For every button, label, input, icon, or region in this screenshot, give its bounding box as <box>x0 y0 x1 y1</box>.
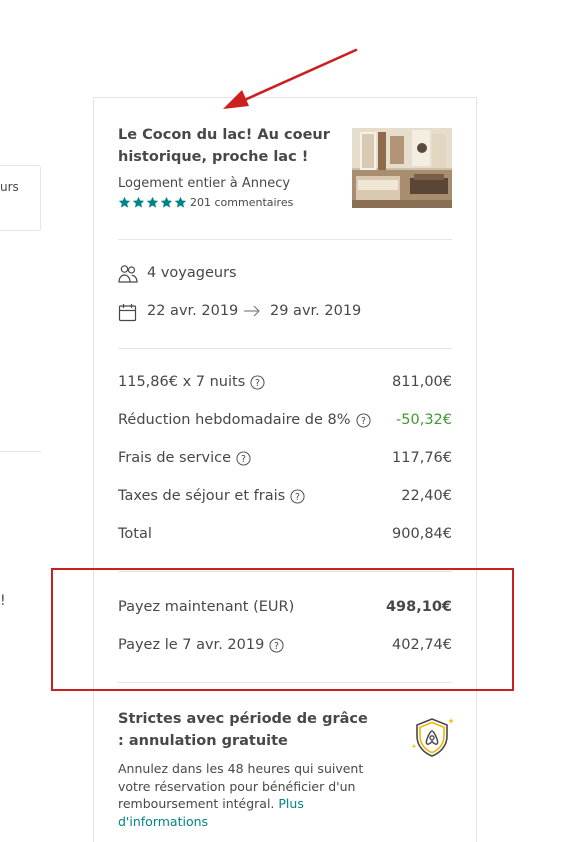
side-divider <box>0 451 41 452</box>
guest-count: 4 voyageurs <box>147 265 237 281</box>
side-text-fragment: ! <box>0 593 6 609</box>
calendar-icon <box>118 304 137 322</box>
listing-subtitle: Logement entier à Annecy <box>118 176 291 191</box>
price-row-total: Total 900,84€ <box>118 526 452 546</box>
svg-text:?: ? <box>241 454 246 465</box>
cancellation-policy-text: Annulez dans les 48 heures qui suivent v… <box>118 760 380 830</box>
price-label: Réduction hebdomadaire de 8% <box>118 412 351 428</box>
side-panel-text: urs <box>0 180 19 194</box>
star-icon <box>146 196 159 208</box>
star-icon <box>174 196 187 208</box>
price-value: 117,76€ <box>392 450 452 466</box>
price-label: Frais de service <box>118 450 231 466</box>
star-icon <box>132 196 145 208</box>
total-value: 900,84€ <box>392 526 452 542</box>
star-icon <box>160 196 173 208</box>
listing-photo[interactable] <box>352 128 452 208</box>
help-icon[interactable]: ? <box>356 412 371 428</box>
divider <box>118 239 452 240</box>
divider <box>118 348 452 349</box>
price-label: 115,86€ x 7 nuits <box>118 374 246 390</box>
price-value: 22,40€ <box>401 488 452 504</box>
star-icon <box>118 196 131 208</box>
shield-icon <box>411 718 454 757</box>
review-count[interactable]: 201 commentaires <box>190 196 293 209</box>
star-rating <box>118 196 187 209</box>
price-row-discount: Réduction hebdomadaire de 8% ? -50,32€ <box>118 412 452 432</box>
side-panel-box <box>0 165 41 231</box>
checkout-date: 29 avr. 2019 <box>270 303 362 319</box>
rating: 201 commentaires <box>118 196 293 209</box>
guests-icon <box>118 265 138 283</box>
arrow-right-icon <box>244 305 260 317</box>
price-row-taxes: Taxes de séjour et frais ? 22,40€ <box>118 488 452 508</box>
svg-text:?: ? <box>295 492 300 503</box>
price-row-nights: 115,86€ x 7 nuits ? 811,00€ <box>118 374 452 394</box>
price-row-service-fee: Frais de service ? 117,76€ <box>118 450 452 470</box>
help-icon[interactable]: ? <box>250 374 265 390</box>
svg-text:?: ? <box>361 416 366 427</box>
discount-value: -50,32€ <box>396 412 452 428</box>
highlight-box-annotation <box>51 568 514 691</box>
help-icon[interactable]: ? <box>236 450 251 466</box>
policy-description: Annulez dans les 48 heures qui suivent v… <box>118 761 364 811</box>
red-arrow-annotation <box>223 48 358 109</box>
listing-title[interactable]: Le Cocon du lac! Au coeur historique, pr… <box>118 124 338 168</box>
cancellation-policy-title: Strictes avec période de grâce : annulat… <box>118 711 368 749</box>
checkin-date: 22 avr. 2019 <box>147 303 239 319</box>
total-label: Total <box>118 526 152 542</box>
price-label: Taxes de séjour et frais <box>118 488 286 504</box>
price-value: 811,00€ <box>392 374 452 390</box>
svg-text:?: ? <box>255 378 260 389</box>
help-icon[interactable]: ? <box>290 488 305 504</box>
